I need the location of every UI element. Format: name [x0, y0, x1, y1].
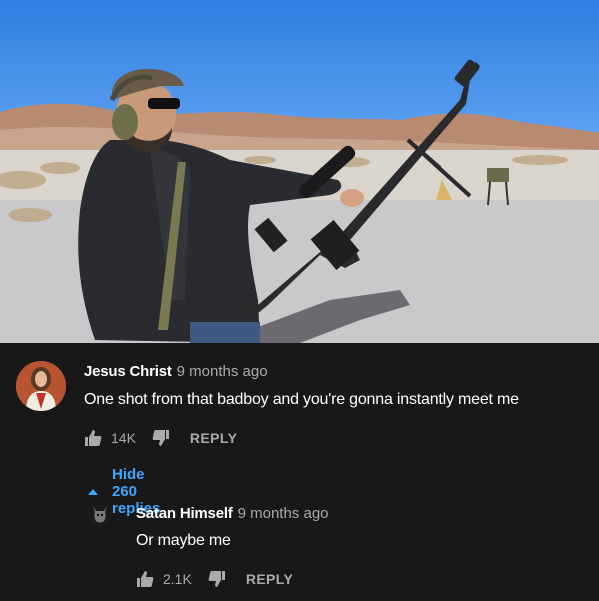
like-count: 14K [111, 430, 136, 446]
reply-button[interactable]: REPLY [190, 430, 237, 446]
dislike-icon[interactable] [152, 429, 170, 447]
reply-time[interactable]: 9 months ago [238, 505, 329, 522]
like-icon[interactable] [136, 570, 154, 588]
satan-avatar-icon [88, 502, 112, 526]
like-icon[interactable] [84, 429, 102, 447]
reply-button[interactable]: REPLY [246, 571, 293, 587]
video-photo [0, 0, 599, 343]
jesus-avatar-icon [16, 361, 66, 411]
comment-time[interactable]: 9 months ago [177, 363, 268, 380]
reply-actions: 2.1K REPLY [136, 570, 293, 588]
reply-author[interactable]: Satan Himself [136, 505, 233, 522]
dislike-icon[interactable] [208, 570, 226, 588]
like-count: 2.1K [163, 571, 192, 587]
comment-header: Jesus Christ 9 months ago [84, 363, 268, 380]
comment-author[interactable]: Jesus Christ [84, 363, 172, 380]
comment-text: One shot from that badboy and you're gon… [84, 391, 519, 408]
caret-up-icon [88, 488, 98, 495]
reply-text: Or maybe me [136, 532, 231, 549]
comment-actions: 14K REPLY [84, 429, 237, 447]
reply-header: Satan Himself 9 months ago [136, 505, 329, 522]
avatar[interactable] [16, 361, 66, 411]
reply-avatar[interactable] [88, 502, 112, 526]
rifle-scene-illustration [0, 59, 599, 343]
